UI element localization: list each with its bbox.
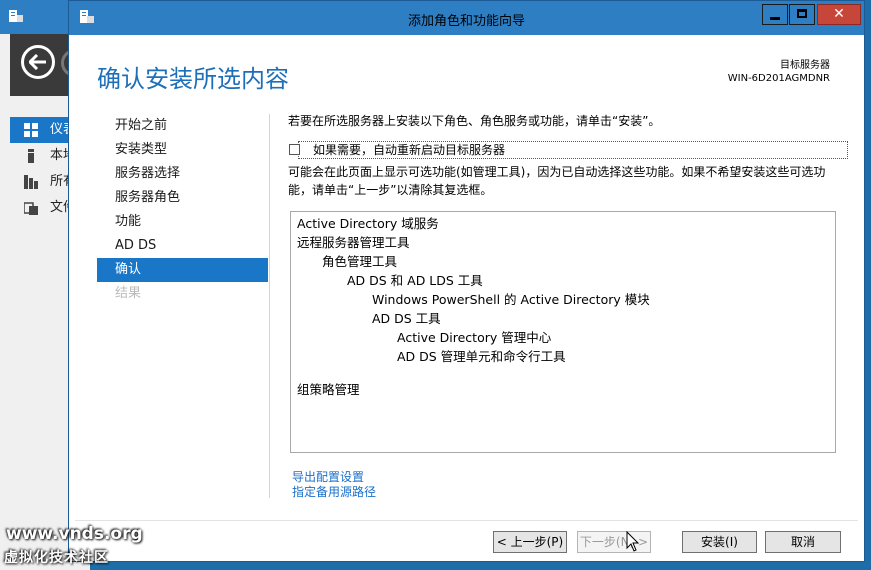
intro-text: 若要在所选服务器上安装以下角色、角色服务或功能，请单击“安装”。 [288, 114, 661, 128]
feature-item: Active Directory 域服务 [297, 216, 439, 231]
title-bar[interactable]: 添加角色和功能向导 ✕ [69, 1, 864, 35]
destination-server: 目标服务器 WIN-6D201AGMDNR [728, 59, 830, 85]
step-server-roles[interactable]: 服务器角色 [97, 186, 268, 210]
feature-item: AD DS 和 AD LDS 工具 [347, 273, 483, 288]
step-confirmation[interactable]: 确认 [97, 258, 268, 282]
maximize-button[interactable] [789, 4, 815, 25]
step-installation-type[interactable]: 安装类型 [97, 138, 268, 162]
close-icon: ✕ [833, 6, 845, 22]
local-server-icon [28, 149, 34, 163]
optional-features-note: 可能会在此页面上显示可选功能(如管理工具)，因为已自动选择这些功能。如果不希望安… [288, 165, 826, 197]
mouse-cursor-icon [626, 531, 640, 552]
minimize-button[interactable] [762, 4, 788, 25]
add-roles-wizard-dialog: 添加角色和功能向导 ✕ 确认安装所选内容 目标服务器 WIN-6D201AGMD… [68, 0, 865, 562]
alternate-source-path-link[interactable]: 指定备用源路径 [292, 485, 376, 500]
file-services-icon [24, 202, 38, 215]
export-configuration-link[interactable]: 导出配置设置 [292, 470, 376, 485]
features-list: Active Directory 域服务 远程服务器管理工具 角色管理工具 AD… [290, 211, 836, 453]
footer-separator [75, 520, 858, 521]
restart-checkbox-row[interactable]: 如果需要，自动重新启动目标服务器 [289, 141, 848, 159]
previous-button[interactable]: < 上一步(P) [493, 531, 567, 553]
step-results: 结果 [115, 286, 142, 301]
watermark-site-name: 虚拟化技术社区 [4, 550, 109, 566]
feature-item: 角色管理工具 [322, 254, 398, 269]
step-ad-ds[interactable]: AD DS [97, 234, 268, 258]
window-title: 添加角色和功能向导 [407, 14, 525, 29]
step-server-selection[interactable]: 服务器选择 [97, 162, 268, 186]
destination-server-name: WIN-6D201AGMDNR [727, 73, 830, 84]
step-features[interactable]: 功能 [97, 210, 268, 234]
confirmation-content: 若要在所选服务器上安装以下角色、角色服务或功能，请单击“安装”。 如果需要，自动… [288, 112, 848, 499]
step-before-you-begin[interactable]: 开始之前 [97, 114, 268, 138]
close-button[interactable]: ✕ [817, 4, 861, 25]
back-arrow-icon[interactable] [21, 45, 55, 79]
feature-item: AD DS 管理单元和命令行工具 [397, 349, 566, 364]
wizard-steps: 开始之前 安装类型 服务器选择 服务器角色 功能 AD DS 确认 结果 [97, 114, 268, 306]
dashboard-icon [24, 123, 38, 137]
links-area: 导出配置设置 指定备用源路径 [292, 470, 376, 500]
cancel-button[interactable]: 取消 [765, 531, 841, 553]
feature-item: Windows PowerShell 的 Active Directory 模块 [372, 292, 650, 307]
feature-item: Active Directory 管理中心 [397, 330, 552, 345]
all-servers-icon [24, 175, 38, 189]
steps-divider [269, 114, 270, 498]
maximize-icon [797, 9, 807, 18]
restart-checkbox-label[interactable]: 如果需要，自动重新启动目标服务器 [313, 142, 505, 158]
minimize-icon [770, 17, 780, 20]
feature-item: 远程服务器管理工具 [297, 235, 410, 250]
feature-item: AD DS 工具 [372, 311, 441, 326]
page-title: 确认安装所选内容 [97, 65, 289, 93]
server-manager-app-icon [9, 10, 23, 22]
destination-server-caption: 目标服务器 [780, 60, 830, 71]
feature-item: 组策略管理 [297, 382, 360, 397]
watermark-url: www.vnds.org [6, 524, 143, 544]
restart-checkbox[interactable] [289, 144, 300, 155]
install-button[interactable]: 安装(I) [682, 531, 757, 553]
